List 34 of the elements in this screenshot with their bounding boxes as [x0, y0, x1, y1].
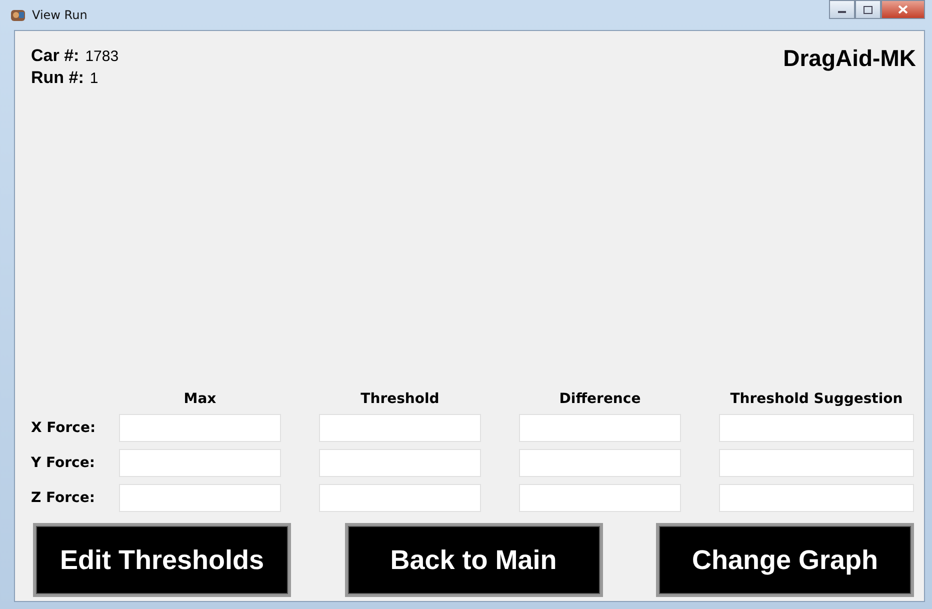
info-label: Car #: [31, 45, 80, 66]
input-field[interactable] [719, 484, 914, 512]
input-field[interactable] [519, 414, 681, 442]
input-field[interactable] [319, 449, 481, 477]
input-field[interactable] [319, 484, 481, 512]
action-button[interactable]: Edit Thresholds [33, 523, 291, 597]
row-label: X Force: [31, 420, 97, 436]
close-button[interactable] [881, 0, 925, 19]
input-field[interactable] [319, 414, 481, 442]
input-field[interactable] [119, 449, 281, 477]
row-label: Y Force: [31, 455, 96, 471]
window-title: View Run [32, 8, 88, 22]
minimize-button[interactable] [829, 0, 855, 19]
maximize-button[interactable] [855, 0, 881, 19]
action-button[interactable]: Back to Main [344, 523, 602, 597]
column-header: Max [182, 391, 218, 407]
close-icon [898, 5, 908, 14]
input-field[interactable] [119, 484, 281, 512]
column-header: Difference [558, 391, 642, 407]
row-label: Z Force: [31, 490, 96, 506]
column-header: Threshold [360, 391, 440, 407]
info-value: 1783 [85, 47, 119, 67]
info-value: 1 [90, 69, 98, 89]
column-header: Threshold Suggestion [729, 391, 904, 407]
maximize-icon [863, 6, 873, 14]
action-button[interactable]: Change Graph [656, 523, 914, 597]
input-field[interactable] [719, 414, 914, 442]
input-field[interactable] [519, 449, 681, 477]
info-label: Run #: [31, 67, 84, 88]
input-field[interactable] [719, 449, 914, 477]
app-brand: DragAid-MK [783, 45, 916, 72]
input-field[interactable] [119, 414, 281, 442]
input-field[interactable] [519, 484, 681, 512]
app-icon [10, 7, 26, 23]
